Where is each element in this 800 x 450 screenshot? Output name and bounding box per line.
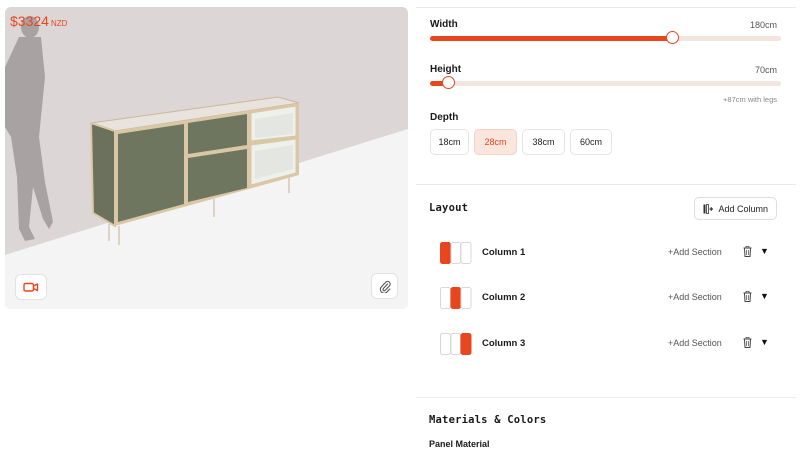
materials-title: Materials & Colors (429, 414, 547, 426)
chevron-down-icon[interactable]: ▼ (760, 246, 769, 256)
scene-render (5, 7, 408, 309)
column-row-1[interactable]: Column 1 +Add Section ▼ (440, 242, 772, 264)
add-column-button[interactable]: Add Column (694, 197, 777, 220)
camera-view-button[interactable] (16, 275, 46, 299)
add-section-button[interactable]: +Add Section (668, 338, 722, 348)
add-column-icon (703, 203, 714, 214)
layout-section: Layout Add Column Column 1 +Add Section (416, 187, 796, 398)
trash-icon[interactable] (743, 246, 752, 257)
column-row-3[interactable]: Column 3 +Add Section ▼ (440, 333, 772, 355)
column-thumbnail-icon (440, 333, 472, 355)
column-row-2[interactable]: Column 2 +Add Section ▼ (440, 287, 772, 309)
column-name: Column 1 (482, 247, 526, 258)
width-label: Width (430, 19, 458, 30)
depth-label: Depth (430, 112, 459, 123)
chevron-down-icon[interactable]: ▼ (760, 337, 769, 347)
currency-label: NZD (50, 19, 68, 28)
trash-icon[interactable] (743, 337, 752, 348)
config-panel: Width 180cm Height 70cm +87cm with legs … (416, 7, 800, 450)
height-slider[interactable] (430, 76, 781, 89)
width-slider[interactable] (430, 31, 781, 44)
depth-option-60[interactable]: 60cm (570, 129, 612, 155)
depth-option-38[interactable]: 38cm (522, 129, 565, 155)
video-camera-icon (23, 282, 39, 292)
attach-button[interactable] (372, 274, 397, 298)
add-section-button[interactable]: +Add Section (668, 292, 722, 302)
layout-title: Layout (429, 202, 469, 214)
column-thumbnail-icon (440, 287, 472, 309)
height-label: Height (430, 64, 462, 75)
depth-option-28[interactable]: 28cm (474, 129, 517, 155)
add-section-button[interactable]: +Add Section (668, 247, 722, 257)
price-label: $3324 NZD (10, 13, 67, 29)
depth-option-18[interactable]: 18cm (430, 129, 469, 155)
width-slider-fill (430, 36, 673, 41)
trash-icon[interactable] (743, 291, 752, 302)
price-value: $3324 (10, 13, 49, 29)
width-value: 180cm (749, 20, 777, 30)
width-slider-handle[interactable] (666, 31, 680, 44)
column-thumbnail-icon (440, 242, 472, 264)
dimensions-section: Width 180cm Height 70cm +87cm with legs … (416, 7, 796, 185)
column-name: Column 3 (482, 338, 526, 349)
chevron-down-icon[interactable]: ▼ (760, 291, 769, 301)
height-value: 70cm (754, 65, 777, 75)
add-column-label: Add Column (718, 203, 768, 214)
panel-material-label: Panel Material (429, 439, 490, 449)
column-name: Column 2 (482, 292, 526, 303)
3d-preview[interactable]: $3324 NZD (5, 7, 408, 309)
legs-note: +87cm with legs (723, 95, 777, 104)
height-slider-handle[interactable] (441, 76, 455, 89)
paperclip-icon (379, 280, 391, 293)
depth-options: 18cm 28cm 38cm 60cm (430, 129, 612, 155)
